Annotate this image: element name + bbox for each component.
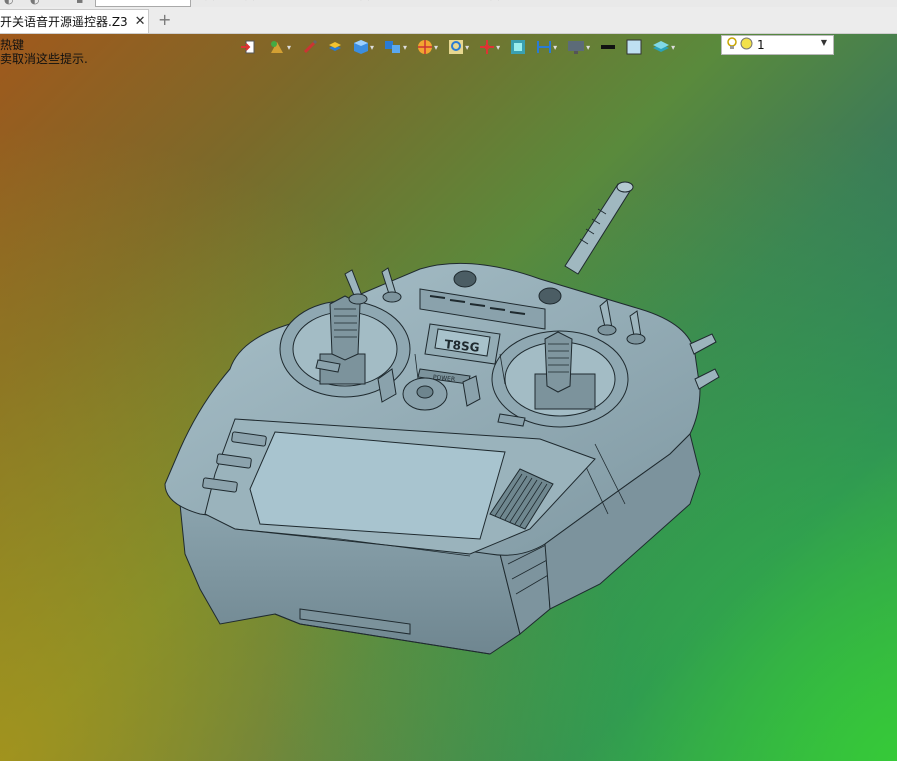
shaded-cube-icon[interactable]: ▾ — [353, 38, 374, 56]
toolbar-combo-partial[interactable] — [95, 0, 191, 7]
toolbar-icon-partial[interactable]: ◠ — [360, 0, 370, 6]
stack-icon[interactable] — [327, 38, 343, 56]
fill-color-swatch-icon[interactable] — [626, 38, 642, 56]
document-tab[interactable]: 开关语音开源遥控器.Z3 ✕ — [0, 9, 149, 33]
hint-text: 热键 卖取消这些提示. — [0, 38, 88, 66]
hint-line: 热键 — [0, 38, 25, 52]
color-wheel-icon[interactable]: ▾ — [417, 38, 438, 56]
new-tab-icon[interactable]: + — [158, 12, 171, 28]
zoom-fit-icon[interactable] — [510, 38, 526, 56]
chevron-down-icon[interactable]: ▼ — [821, 38, 827, 47]
pan-icon[interactable]: ▾ — [479, 38, 500, 56]
toolbar-icon-partial[interactable]: ◐ — [4, 0, 14, 6]
toolbar-icon-partial[interactable]: ◐ — [30, 0, 40, 6]
hint-line: 卖取消这些提示. — [0, 52, 88, 66]
layers-icon[interactable]: ▾ — [652, 38, 675, 56]
yellow-dot-icon — [740, 37, 753, 53]
render-mode-icon[interactable]: ▾ — [268, 38, 291, 56]
monitor-icon[interactable]: ▾ — [567, 38, 590, 56]
close-icon[interactable]: ✕ — [135, 15, 146, 28]
document-tab-bar: 开关语音开源遥控器.Z3 ✕ + — [0, 7, 897, 34]
magnifier-view-icon[interactable]: ▾ — [448, 38, 469, 56]
toolbar-icon-partial[interactable]: ▪ — [76, 0, 83, 6]
line-color-swatch-icon[interactable] — [600, 38, 616, 56]
pen-icon[interactable] — [303, 38, 318, 56]
top-toolbar-strip: ◐ ◐ ▪ ◠ ◠ ◠ ◠ — [0, 0, 897, 7]
toolbar-icon-partial[interactable]: ◠ — [490, 0, 500, 6]
exit-view-icon[interactable] — [240, 38, 256, 56]
layer-select[interactable]: 1 ▼ — [721, 35, 834, 55]
layer-select-value: 1 — [757, 38, 765, 52]
lightbulb-icon — [726, 36, 738, 54]
document-tab-title: 开关语音开源遥控器.Z3 — [0, 15, 128, 29]
toolbar-icon-partial[interactable]: ◠ — [205, 0, 215, 6]
toolbar-icon-partial[interactable]: ◠ — [245, 0, 255, 6]
align-icon[interactable]: ▾ — [536, 38, 557, 56]
3d-viewport[interactable]: 热键 卖取消这些提示. ▾ ▾ ▾ ▾ ▾ ▾ ▾ ▾ ▾ 1 ▼ T8SG P… — [0, 34, 897, 761]
box-options-icon[interactable]: ▾ — [384, 38, 407, 56]
rc-transmitter-model[interactable]: T8SG POWER — [0, 34, 897, 761]
view-toolbar: ▾ ▾ ▾ ▾ ▾ ▾ ▾ ▾ ▾ — [240, 36, 677, 58]
